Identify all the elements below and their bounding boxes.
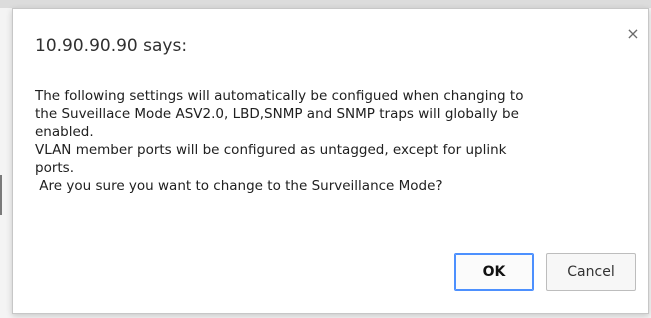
background-page-edge-mark [0, 175, 2, 215]
background-page-top-strip [0, 0, 651, 8]
cancel-button[interactable]: Cancel [546, 253, 636, 291]
message-line: The following settings will automaticall… [35, 88, 524, 104]
ok-button[interactable]: OK [454, 253, 534, 291]
dialog-title: 10.90.90.90 says: [35, 36, 188, 56]
dialog-buttons: OK Cancel [454, 253, 636, 291]
dialog-message: The following settings will automaticall… [35, 87, 625, 195]
close-icon[interactable]: × [624, 25, 642, 43]
alert-dialog: 10.90.90.90 says: × The following settin… [12, 8, 649, 314]
message-line: enabled. [35, 124, 94, 140]
message-line: VLAN member ports will be configured as … [35, 142, 507, 158]
message-line: ports. [35, 160, 74, 176]
message-line: Are you sure you want to change to the S… [35, 178, 443, 194]
message-line: the Suveillace Mode ASV2.0, LBD,SNMP and… [35, 106, 519, 122]
